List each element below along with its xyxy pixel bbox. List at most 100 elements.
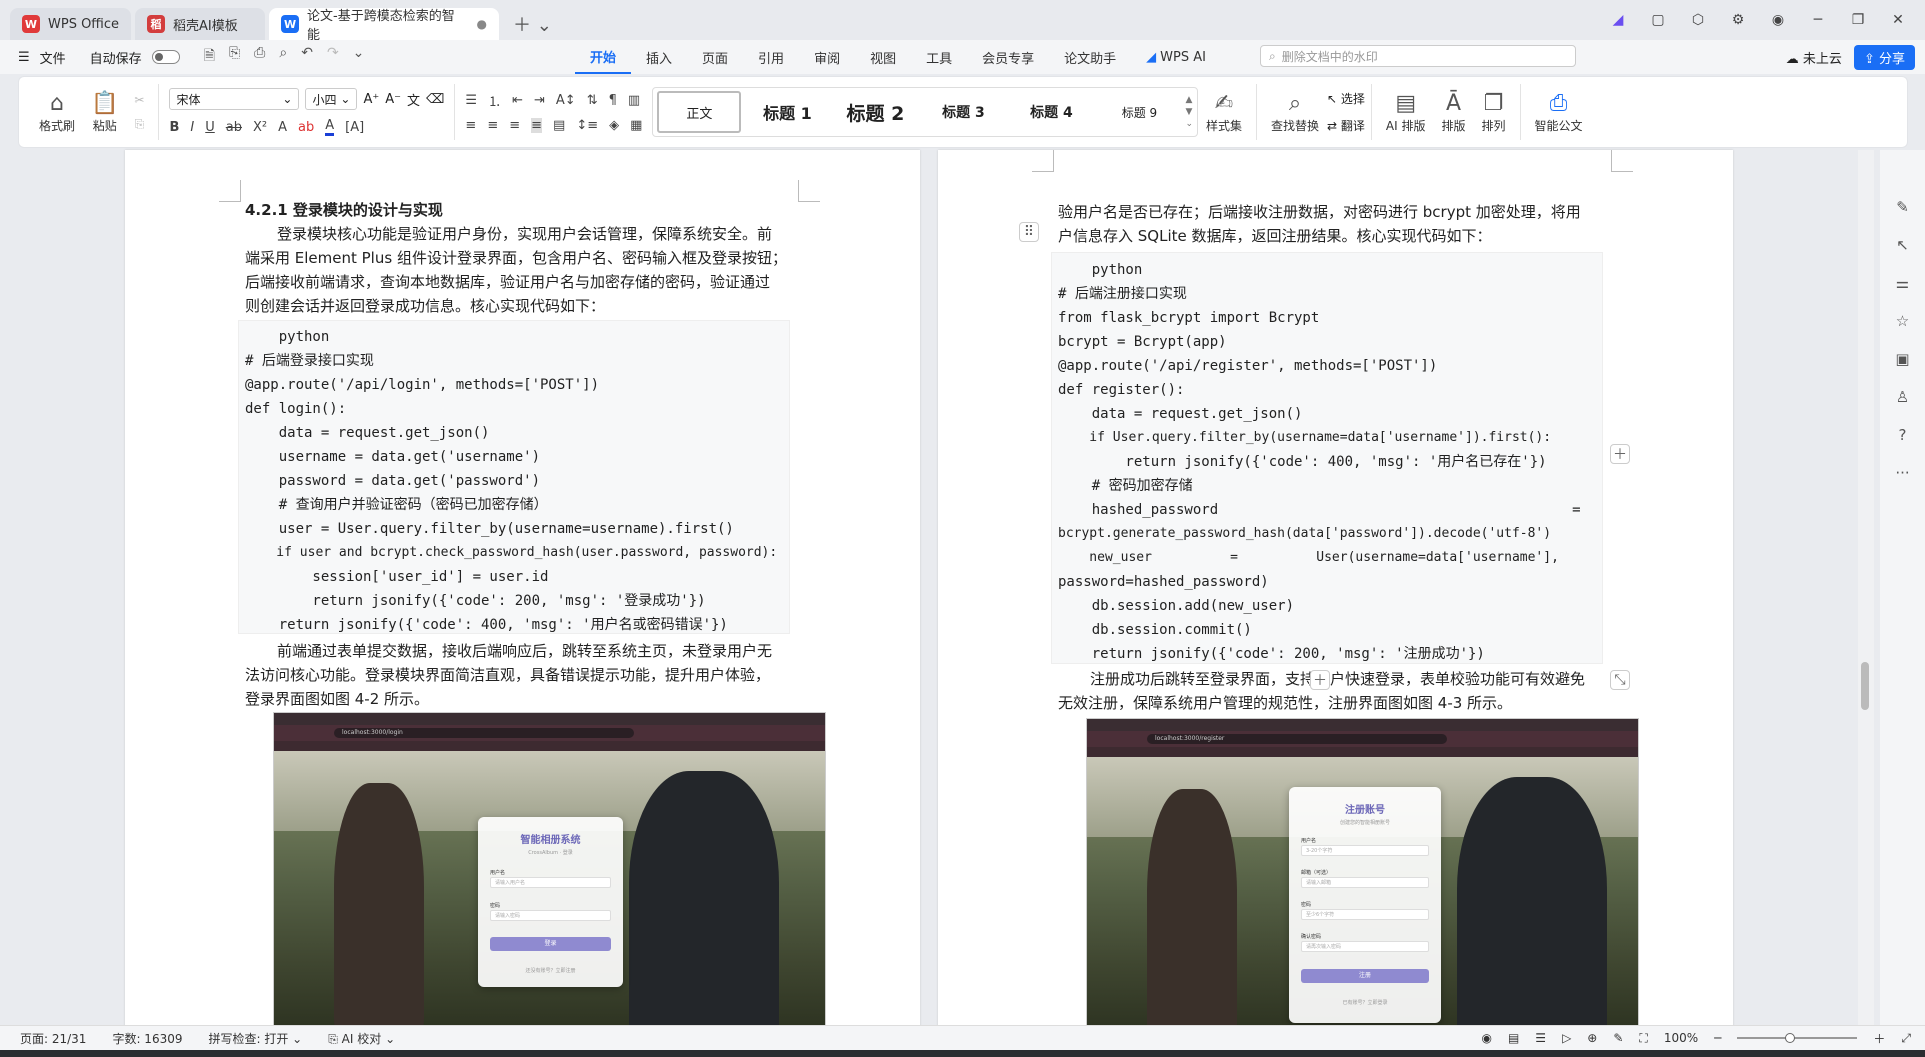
file-menu[interactable]: 文件 xyxy=(40,48,66,67)
style-heading-3[interactable]: 标题 3 xyxy=(921,91,1005,133)
image-icon[interactable]: ▣ xyxy=(1895,350,1909,368)
wps-ai-icon[interactable]: ◢ xyxy=(1609,12,1627,28)
increase-indent-icon[interactable]: ⇥ xyxy=(534,93,545,108)
ai-layout-button[interactable]: ▤ AI 排版 xyxy=(1378,91,1434,134)
align-center-icon[interactable]: ≡ xyxy=(487,118,498,133)
tab-document[interactable]: W 论文-基于跨模态检索的智能 ● xyxy=(269,8,500,43)
tab-daoke-ai[interactable]: 稻 稻壳AI模板 xyxy=(135,8,266,40)
tab-tools[interactable]: 工具 xyxy=(911,40,967,74)
restore-icon[interactable]: ❐ xyxy=(1849,12,1867,28)
new-tab-icon[interactable]: ＋ ⌄ xyxy=(503,8,562,40)
autosave-toggle[interactable] xyxy=(151,50,180,64)
help-icon[interactable]: ? xyxy=(1899,426,1907,444)
word-count[interactable]: 字数: 16309 xyxy=(112,1030,182,1047)
select-button[interactable]: ↖ 选择 xyxy=(1327,90,1365,107)
tab-wps-ai[interactable]: ◢ WPS AI xyxy=(1131,40,1221,74)
justify-icon[interactable]: ≡ xyxy=(531,118,543,133)
avatar-icon[interactable]: ◉ xyxy=(1769,12,1787,28)
tab-review[interactable]: 审阅 xyxy=(799,40,855,74)
vertical-scrollbar[interactable] xyxy=(1858,150,1874,1025)
translate-button[interactable]: ⇄ 翻译 xyxy=(1327,117,1365,134)
zoom-out-icon[interactable]: ─ xyxy=(1714,1031,1721,1045)
outline-view-icon[interactable]: ☰ xyxy=(1535,1031,1546,1045)
zoom-in-icon[interactable]: ＋ xyxy=(1873,1030,1885,1047)
more-chevron-icon[interactable]: ⌄ xyxy=(353,45,365,69)
window-mode-icon[interactable]: ▢ xyxy=(1649,12,1667,28)
fit-page-icon[interactable]: ⛶ xyxy=(1639,1031,1647,1046)
text-effect-icon[interactable]: A xyxy=(278,120,287,135)
minimize-icon[interactable]: ─ xyxy=(1809,12,1827,28)
paragraph-handle-icon[interactable]: ⠿ xyxy=(1019,222,1039,242)
style-heading-1[interactable]: 标题 1 xyxy=(745,91,829,133)
pen-icon[interactable]: ✎ xyxy=(1896,198,1909,216)
zoom-value[interactable]: 100% xyxy=(1664,1031,1698,1045)
page-indicator[interactable]: 页面: 21/31 xyxy=(20,1030,86,1047)
char-border-icon[interactable]: [A] xyxy=(345,120,364,135)
hamburger-icon[interactable]: ☰ xyxy=(18,50,30,65)
preview-icon[interactable]: ⌕ xyxy=(279,45,287,69)
italic-icon[interactable]: I xyxy=(190,120,194,135)
format-painter-button[interactable]: ⌂ 格式刷 xyxy=(19,91,83,134)
play-icon[interactable]: ▷ xyxy=(1562,1031,1571,1045)
close-window-icon[interactable]: ✕ xyxy=(1889,12,1907,28)
shrink-font-icon[interactable]: A⁻ xyxy=(385,92,401,107)
ai-proof-button[interactable]: ⎘ AI 校对 ⌄ xyxy=(328,1030,395,1047)
cloud-status[interactable]: ☁ 未上云 xyxy=(1786,48,1842,67)
show-marks-icon[interactable]: ¶ xyxy=(609,93,617,108)
highlight-icon[interactable]: ab xyxy=(298,120,314,135)
underline-icon[interactable]: U xyxy=(205,120,215,135)
numbered-list-icon[interactable]: ⒈ xyxy=(488,91,501,110)
add-block-icon[interactable]: ＋ xyxy=(1610,444,1630,464)
redo-icon[interactable]: ↷ xyxy=(327,45,339,69)
line-spacing-icon[interactable]: ↕≡ xyxy=(576,118,598,133)
superscript-icon[interactable]: X² xyxy=(253,120,267,135)
share-button[interactable]: ⇪ 分享 xyxy=(1853,44,1915,70)
phonetic-icon[interactable]: 文 xyxy=(407,90,420,109)
tab-wps-office[interactable]: W WPS Office xyxy=(10,8,132,40)
cut-icon[interactable]: ✂ xyxy=(134,93,144,107)
tab-member[interactable]: 会员专享 xyxy=(967,40,1049,74)
sort-icon[interactable]: ⇅ xyxy=(587,93,598,108)
cube-icon[interactable]: ⬡ xyxy=(1689,12,1707,28)
search-input[interactable]: ⌕ 删除文档中的水印 xyxy=(1260,45,1576,67)
scrollbar-thumb[interactable] xyxy=(1861,662,1869,710)
copy-icon[interactable]: ⎘ xyxy=(135,117,145,132)
zoom-slider[interactable] xyxy=(1737,1033,1858,1043)
resize-icon[interactable]: ⤡ xyxy=(1610,670,1630,690)
tab-thesis[interactable]: 论文助手 xyxy=(1049,40,1131,74)
smart-doc-button[interactable]: ⎙ 智能公文 xyxy=(1527,91,1591,134)
paste-button[interactable]: 📋 粘贴 xyxy=(83,91,126,134)
edit-icon[interactable]: ✎ xyxy=(1613,1031,1623,1045)
style-normal[interactable]: 正文 xyxy=(657,91,742,133)
font-size-select[interactable]: 小四 ⌄ xyxy=(305,88,358,110)
layout-button[interactable]: Ā 排版 xyxy=(1434,91,1474,134)
tab-insert[interactable]: 插入 xyxy=(631,40,687,74)
fullscreen-icon[interactable]: ⤢ xyxy=(1901,1031,1911,1046)
spellcheck-status[interactable]: 拼写检查: 打开 ⌄ xyxy=(209,1030,303,1047)
clear-format-icon[interactable]: ⌫ xyxy=(426,92,444,107)
insert-plus-icon[interactable]: ＋ xyxy=(1310,670,1330,690)
print-icon[interactable]: ⎙ xyxy=(254,45,265,69)
style-heading-9[interactable]: 标题 9 xyxy=(1097,91,1181,133)
tab-home[interactable]: 开始 xyxy=(575,40,632,74)
cursor-icon[interactable]: ↖ xyxy=(1896,236,1909,254)
tab-page[interactable]: 页面 xyxy=(687,40,743,74)
star-icon[interactable]: ☆ xyxy=(1896,312,1909,330)
text-direction-icon[interactable]: A↕ xyxy=(556,93,576,108)
settings-icon[interactable]: ⚙ xyxy=(1729,12,1747,28)
shading-icon[interactable]: ◈ xyxy=(609,118,619,133)
bullet-list-icon[interactable]: ☰ xyxy=(465,93,477,108)
sliders-icon[interactable]: ⚌ xyxy=(1896,274,1909,292)
undo-icon[interactable]: ↶ xyxy=(301,45,313,69)
decrease-indent-icon[interactable]: ⇤ xyxy=(512,93,523,108)
style-set-button[interactable]: ✍ 样式集 xyxy=(1198,91,1250,134)
eye-icon[interactable]: ◉ xyxy=(1481,1031,1491,1045)
strikethrough-icon[interactable]: ab xyxy=(226,120,242,135)
border-icon[interactable]: ▦ xyxy=(630,118,642,133)
style-heading-4[interactable]: 标题 4 xyxy=(1009,91,1093,133)
shirt-icon[interactable]: ♙ xyxy=(1896,388,1909,406)
grow-font-icon[interactable]: A⁺ xyxy=(363,92,379,107)
export-icon[interactable]: ⎘ xyxy=(229,45,240,69)
align-left-icon[interactable]: ≡ xyxy=(465,118,476,133)
arrange-button[interactable]: ❐ 排列 xyxy=(1474,91,1514,134)
